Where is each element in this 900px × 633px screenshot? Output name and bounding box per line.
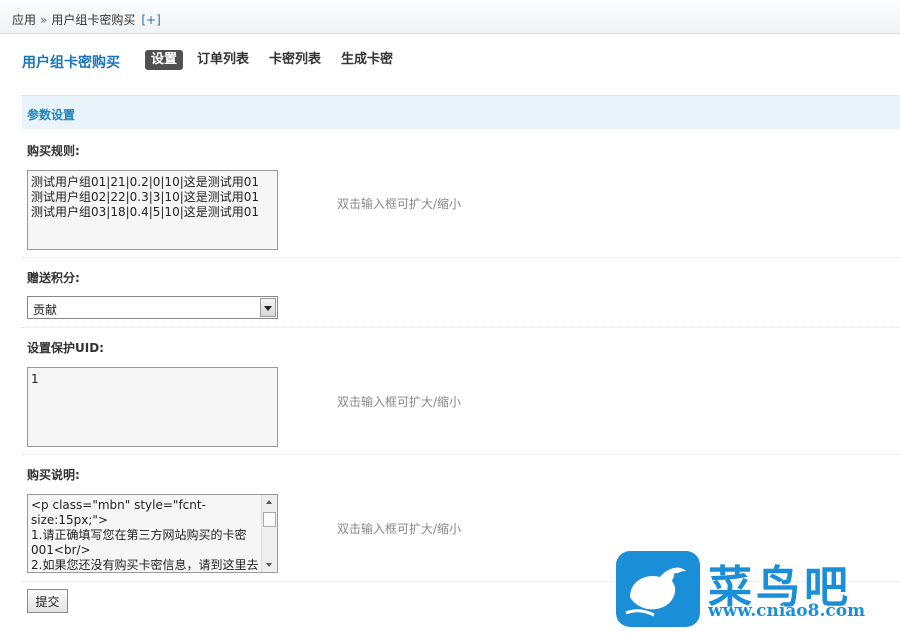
purchase-rules-hint: 双击输入框可扩大/缩小 [337, 197, 462, 211]
breadcrumb-bar: 应用 » 用户组卡密购买 [+] [0, 0, 900, 34]
app-header: 用户组卡密购买 设置 订单列表 卡密列表 生成卡密 [0, 34, 900, 90]
row-divider [22, 327, 900, 328]
purchase-desc-textarea[interactable]: <p class="mbn" style="fcnt- size:15px;">… [27, 494, 278, 573]
protect-uid-hint: 双击输入框可扩大/缩小 [337, 395, 462, 409]
scrollbar[interactable] [261, 495, 277, 572]
protect-uid-label: 设置保护UID: [27, 341, 104, 355]
scroll-thumb[interactable] [263, 512, 276, 527]
bonus-credit-selected: 贡献 [33, 303, 58, 317]
chevron-down-icon[interactable] [260, 298, 276, 317]
breadcrumb-root[interactable]: 应用 [12, 13, 36, 27]
watermark-url: www.cniao8.com [708, 601, 866, 621]
tab-settings[interactable]: 设置 [145, 50, 184, 70]
bonus-credit-label: 赠送积分: [27, 271, 80, 285]
tab-card-list[interactable]: 卡密列表 [263, 50, 327, 70]
submit-button[interactable]: 提交 [27, 589, 68, 613]
purchase-rules-label: 购买规则: [27, 144, 80, 158]
protect-uid-textarea[interactable]: 1 [27, 367, 278, 447]
watermark: 菜鸟吧 www.cniao8.com [616, 545, 900, 633]
breadcrumb-separator: » [40, 13, 48, 27]
row-divider [22, 454, 900, 455]
bird-logo-icon [616, 551, 700, 627]
bird-icon [625, 567, 686, 617]
tab-order-list[interactable]: 订单列表 [191, 50, 255, 70]
row-divider [22, 257, 900, 258]
breadcrumb-current[interactable]: 用户组卡密购买 [51, 13, 135, 27]
breadcrumb: 应用 » 用户组卡密购买 [+] [12, 11, 161, 28]
purchase-desc-label: 购买说明: [27, 468, 80, 482]
purchase-rules-textarea[interactable]: 测试用户组01|21|0.2|0|10|这是测试用01 测试用户组02|22|0… [27, 170, 278, 250]
page-title: 用户组卡密购买 [22, 55, 120, 71]
add-shortcut-link[interactable]: [+] [141, 13, 160, 27]
purchase-desc-hint: 双击输入框可扩大/缩小 [337, 522, 462, 536]
tab-generate-cards[interactable]: 生成卡密 [335, 50, 399, 70]
section-title: 参数设置 [27, 108, 76, 122]
scroll-up-icon[interactable] [262, 495, 277, 509]
section-header: 参数设置 [22, 95, 900, 129]
purchase-desc-content: <p class="mbn" style="fcnt- size:15px;">… [31, 498, 259, 572]
scroll-down-icon[interactable] [262, 558, 277, 572]
tab-bar: 设置 订单列表 卡密列表 生成卡密 [145, 50, 399, 70]
bonus-credit-select[interactable]: 贡献 [27, 296, 278, 319]
